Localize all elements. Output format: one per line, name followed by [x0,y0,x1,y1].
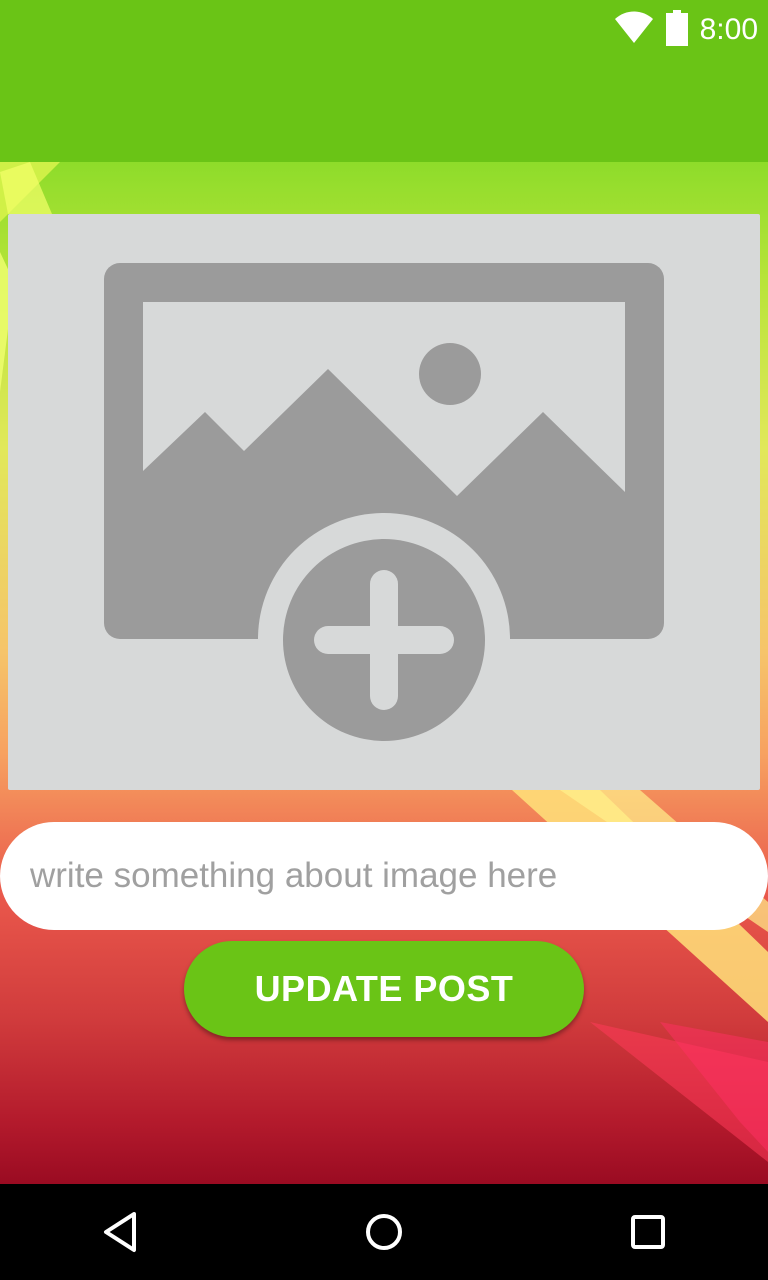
status-bar: 8:00 [0,0,768,60]
battery-icon [665,9,688,51]
content-area: UPDATE POST [0,162,768,1184]
status-icons: 8:00 [614,8,758,52]
home-button[interactable] [324,1184,444,1280]
back-button[interactable] [60,1184,180,1280]
app-bar: 8:00 [0,0,768,162]
recents-icon [631,1215,665,1249]
caption-input[interactable] [0,822,768,930]
add-photo-icon [104,263,664,741]
recents-button[interactable] [588,1184,708,1280]
update-post-button[interactable]: UPDATE POST [184,941,584,1037]
back-icon [104,1212,136,1252]
navigation-bar [0,1184,768,1280]
wifi-icon [614,11,654,50]
screen: 8:00 write something about image here UP… [0,0,768,1280]
status-time: 8:00 [699,13,758,46]
image-picker[interactable] [8,214,760,790]
home-icon [366,1214,402,1250]
